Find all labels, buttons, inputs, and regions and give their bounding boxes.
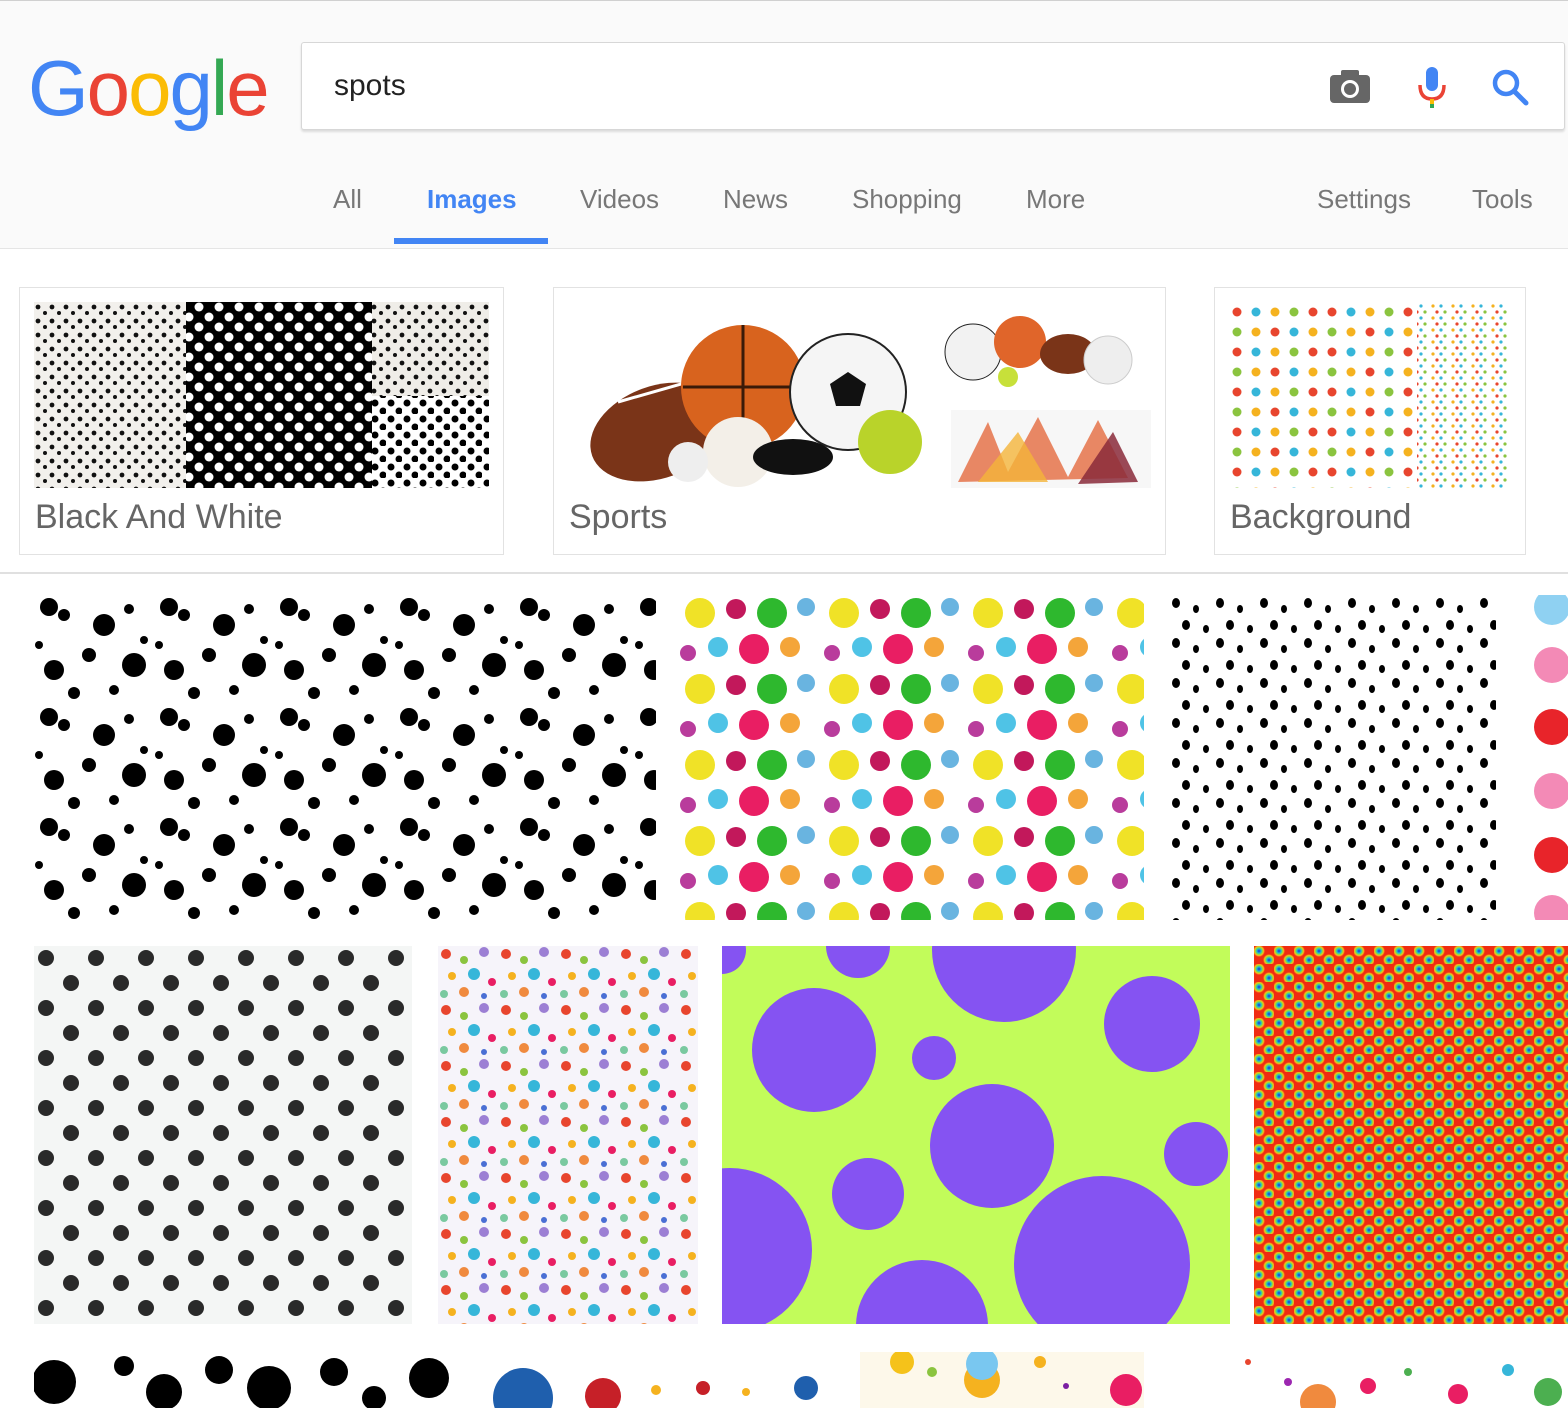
image-result[interactable] (860, 1352, 1144, 1408)
tab-news[interactable]: News (723, 184, 788, 244)
logo-letter: l (210, 44, 228, 132)
category-separator (0, 572, 1568, 574)
image-result[interactable] (680, 595, 1144, 920)
tab-shopping[interactable]: Shopping (852, 184, 962, 244)
camera-icon[interactable] (1326, 63, 1374, 111)
logo-letter: o (128, 44, 171, 132)
category-label: Background (1230, 498, 1412, 536)
image-result[interactable] (1520, 595, 1568, 920)
image-result[interactable] (722, 946, 1230, 1324)
category-thumbnail (568, 302, 1153, 488)
search-input[interactable]: spots (334, 69, 406, 103)
image-result[interactable] (1168, 1352, 1568, 1408)
logo-letter: o (86, 44, 130, 132)
category-thumbnail (34, 302, 489, 488)
logo-letter: G (28, 44, 89, 132)
tab-tools[interactable]: Tools (1472, 184, 1533, 244)
category-label: Sports (569, 498, 668, 536)
category-card-black-and-white[interactable]: Black And White (19, 287, 504, 555)
search-icon[interactable] (1486, 63, 1534, 111)
category-thumbnail (1229, 302, 1511, 488)
tab-videos[interactable]: Videos (580, 184, 659, 244)
search-tabs: All Images Videos News Shopping More Set… (0, 184, 1568, 246)
logo-letter: g (169, 44, 212, 132)
image-result[interactable] (1168, 595, 1496, 920)
tab-settings[interactable]: Settings (1317, 184, 1411, 244)
tab-all[interactable]: All (333, 184, 362, 244)
tab-more[interactable]: More (1026, 184, 1085, 244)
search-box[interactable]: spots (301, 42, 1565, 130)
tab-images[interactable]: Images (427, 184, 517, 244)
image-result[interactable] (34, 946, 412, 1324)
logo-letter: e (226, 44, 269, 132)
image-result[interactable] (34, 595, 656, 920)
image-result[interactable] (34, 1352, 462, 1408)
google-logo[interactable]: Google (28, 43, 270, 133)
category-card-background[interactable]: Background (1214, 287, 1526, 555)
category-label: Black And White (35, 498, 283, 536)
category-card-sports[interactable]: Sports (553, 287, 1166, 555)
image-result[interactable] (1254, 946, 1568, 1324)
image-result[interactable] (488, 1352, 834, 1408)
active-tab-indicator (394, 238, 548, 244)
microphone-icon[interactable] (1408, 63, 1456, 111)
image-result[interactable] (438, 946, 698, 1324)
